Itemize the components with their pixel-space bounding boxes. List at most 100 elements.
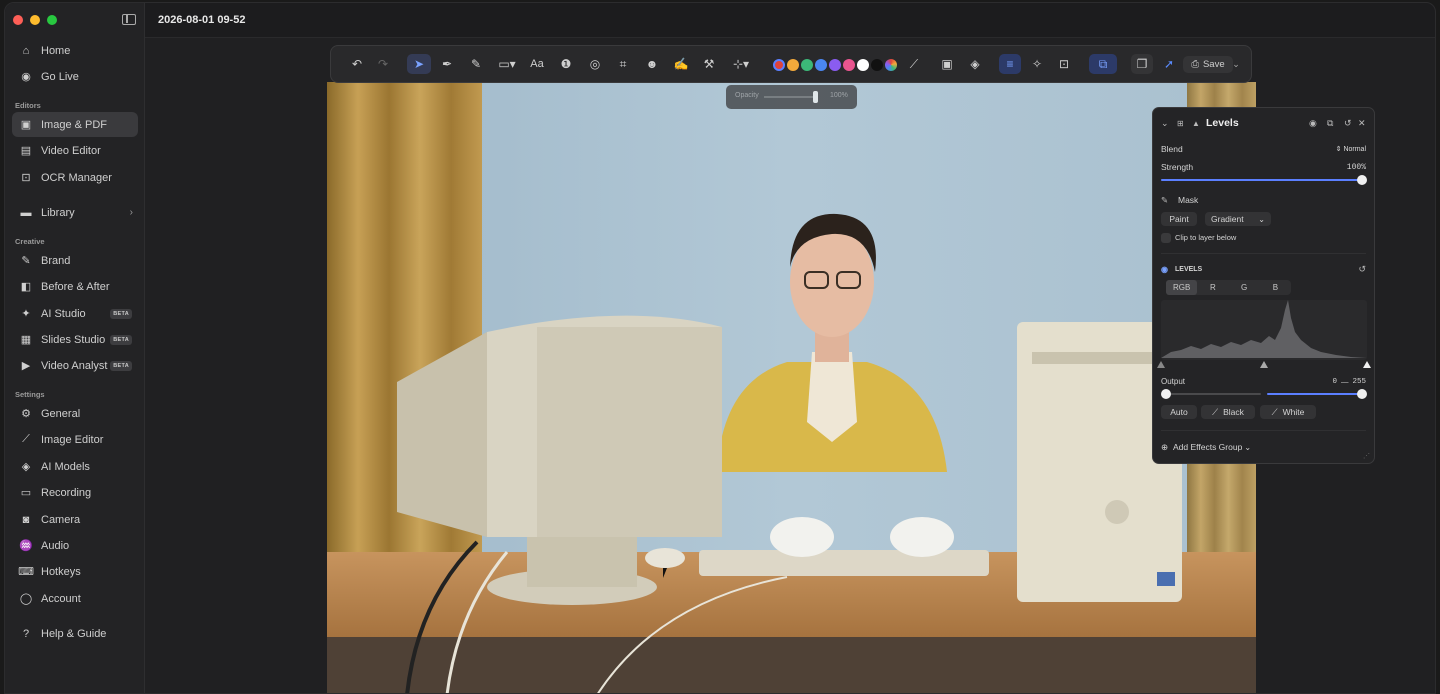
brush-tool-icon[interactable]: ✎	[466, 54, 486, 74]
text-tool-button[interactable]: Aa	[526, 54, 548, 74]
color-swatch-white[interactable]	[857, 59, 869, 71]
sidebar-item-video-analyst[interactable]: ▶ Video Analyst BETA	[12, 353, 138, 378]
mask-row: ✎ Mask	[1161, 194, 1366, 206]
visibility-eye-icon[interactable]: ◉	[1309, 118, 1327, 129]
sidebar-item-video-editor[interactable]: ▤ Video Editor	[12, 138, 138, 163]
levels-visibility-eye-icon[interactable]: ◉	[1161, 265, 1175, 274]
redo-icon[interactable]: ↷	[373, 54, 393, 74]
sidebar-item-image-pdf[interactable]: ▣ Image & PDF	[12, 112, 138, 137]
panel-divider	[1161, 430, 1366, 431]
sidebar-item-audio[interactable]: ♒ Audio	[12, 533, 138, 558]
channel-tab-g[interactable]: G	[1229, 280, 1260, 295]
blur-tool-icon[interactable]: ◎	[584, 54, 606, 74]
align-tool-icon[interactable]: ⊹▾	[728, 54, 754, 74]
eyedropper-icon[interactable]: ⟋	[904, 54, 924, 74]
background-icon[interactable]: ▣	[936, 54, 958, 74]
sidebar-item-library[interactable]: ▬ Library ›	[12, 200, 138, 225]
minimize-window-button[interactable]	[30, 15, 40, 25]
levels-reset-icon[interactable]: ↺	[1358, 264, 1366, 275]
undo-icon[interactable]: ↶	[347, 54, 367, 74]
crop-tool-icon[interactable]: ⌗	[613, 54, 633, 74]
collapse-chevron-icon[interactable]: ⌄	[1161, 118, 1177, 129]
sidebar-item-before-after[interactable]: ◧ Before & After	[12, 274, 138, 299]
close-window-button[interactable]	[13, 15, 23, 25]
reset-icon[interactable]: ↺	[1344, 118, 1358, 129]
color-swatch-green[interactable]	[801, 59, 813, 71]
input-midtone-handle[interactable]	[1260, 361, 1268, 368]
chevron-down-icon: ⌄	[1258, 214, 1265, 224]
sidebar-item-slides-studio[interactable]: ▦ Slides Studio BETA	[12, 327, 138, 352]
sidebar-item-general[interactable]: ⚙ General	[12, 401, 138, 426]
strength-slider-thumb[interactable]	[1357, 175, 1367, 185]
color-swatch-blue[interactable]	[815, 59, 827, 71]
output-white-thumb[interactable]	[1357, 389, 1367, 399]
sidebar-item-ai-models[interactable]: ◈ AI Models	[12, 454, 138, 479]
zoom-window-button[interactable]	[47, 15, 57, 25]
scan-icon[interactable]: ⊡	[1054, 54, 1074, 74]
sidebar-item-ocr-manager[interactable]: ⊡ OCR Manager	[12, 165, 138, 190]
canvas-image[interactable]	[327, 82, 1256, 693]
brand-icon: ✎	[21, 255, 31, 267]
color-picker-icon[interactable]	[885, 59, 897, 71]
drag-handle-icon[interactable]: ⊞	[1177, 119, 1192, 128]
sidebar-item-camera[interactable]: ◙ Camera	[12, 507, 138, 532]
black-point-button[interactable]: ⟋ Black	[1201, 405, 1255, 419]
step-counter-icon[interactable]: ❶	[556, 54, 576, 74]
sidebar-item-brand[interactable]: ✎ Brand	[12, 248, 138, 273]
sidebar-item-image-editor[interactable]: ⟋ Image Editor	[12, 427, 138, 452]
sidebar-toggle-icon[interactable]	[122, 14, 136, 25]
save-options-chevron-icon[interactable]: ⌄	[1227, 56, 1245, 73]
sidebar-item-go-live[interactable]: ◉ Go Live	[12, 64, 138, 89]
video-editor-icon: ▤	[20, 145, 32, 157]
close-panel-icon[interactable]: ✕	[1358, 118, 1366, 129]
layers-icon[interactable]: ◈	[965, 54, 985, 74]
pen-tool-icon[interactable]: ✒	[437, 54, 457, 74]
select-tool-icon[interactable]: ➤	[407, 54, 431, 74]
blend-mode-select[interactable]: ⇕ Normal	[1336, 145, 1366, 153]
copy-icon[interactable]: ❐	[1131, 54, 1153, 74]
channel-tab-b[interactable]: B	[1260, 280, 1291, 295]
chevron-down-icon: ⌄	[1244, 442, 1252, 452]
opacity-slider-thumb[interactable]	[813, 91, 818, 103]
sidebar-item-hotkeys[interactable]: ⌨ Hotkeys	[12, 559, 138, 584]
output-white-track[interactable]	[1267, 393, 1362, 395]
input-white-point-handle[interactable]	[1363, 361, 1371, 368]
duplicate-icon[interactable]: ⧉	[1327, 118, 1344, 129]
sidebar-item-account[interactable]: ◯ Account	[12, 586, 138, 611]
section-label-editors: Editors	[15, 101, 41, 110]
color-swatch-red[interactable]	[773, 59, 785, 71]
output-black-thumb[interactable]	[1161, 389, 1171, 399]
share-icon[interactable]: ➚	[1159, 54, 1179, 74]
clip-checkbox[interactable]	[1161, 232, 1171, 243]
color-swatch-pink[interactable]	[843, 59, 855, 71]
adjustments-icon[interactable]: ≡	[999, 54, 1021, 74]
emoji-tool-icon[interactable]: ☻	[642, 54, 662, 74]
white-point-button[interactable]: ⟋ White	[1260, 405, 1316, 419]
color-swatch-orange[interactable]	[787, 59, 799, 71]
resize-handle-icon[interactable]: ⋰	[1363, 452, 1370, 460]
effects-icon[interactable]: ✧	[1027, 54, 1047, 74]
opacity-slider-track[interactable]	[764, 96, 816, 98]
auto-levels-button[interactable]: Auto	[1161, 405, 1197, 419]
channel-tab-rgb[interactable]: RGB	[1166, 280, 1198, 295]
video-analyst-icon: ▶	[21, 360, 31, 372]
signature-tool-icon[interactable]: ✍	[669, 54, 693, 74]
sidebar-item-home[interactable]: ⌂ Home	[12, 38, 138, 63]
color-swatch-black[interactable]	[871, 59, 883, 71]
sidebar: ⌂ Home ◉ Go Live Editors ▣ Image & PDF ▤…	[5, 3, 145, 693]
eyedropper-icon: ⟋	[1271, 406, 1278, 417]
add-effects-group-button[interactable]: ⊕ Add Effects Group ⌄	[1161, 441, 1366, 453]
sidebar-item-help[interactable]: ? Help & Guide	[12, 621, 138, 646]
sidebar-item-ai-studio[interactable]: ✦ AI Studio BETA	[12, 301, 138, 326]
input-black-point-handle[interactable]	[1157, 361, 1165, 368]
channel-tab-r[interactable]: R	[1197, 280, 1228, 295]
gradient-mask-select[interactable]: Gradient ⌄	[1205, 212, 1271, 226]
overlay-icon[interactable]: ⧉	[1089, 54, 1117, 74]
magic-wand-icon[interactable]: ⚒	[699, 54, 719, 74]
sidebar-item-recording[interactable]: ▭ Recording	[12, 480, 138, 505]
shape-tool-icon[interactable]: ▭▾	[494, 54, 520, 74]
color-swatch-purple[interactable]	[829, 59, 841, 71]
save-button[interactable]: ⎙ Save	[1183, 56, 1233, 73]
output-black-track[interactable]	[1166, 393, 1261, 395]
paint-mask-button[interactable]: Paint	[1161, 212, 1197, 226]
